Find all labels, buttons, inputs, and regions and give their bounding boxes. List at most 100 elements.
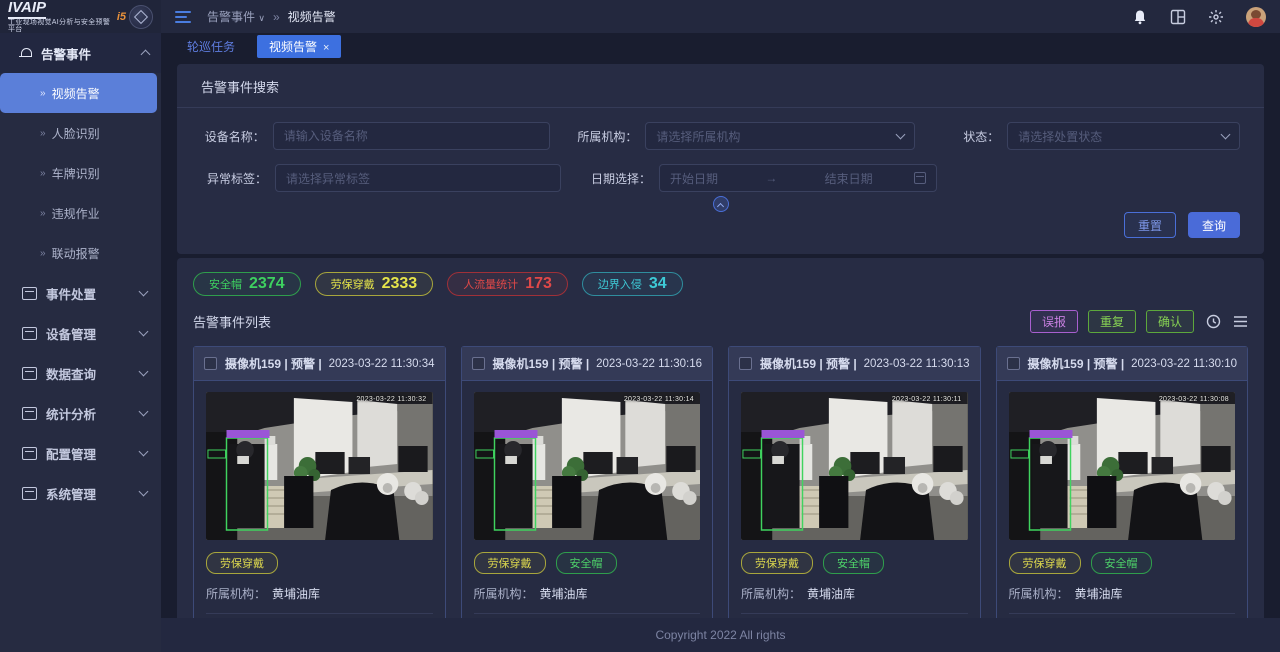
settings-gear-icon[interactable] bbox=[1208, 9, 1224, 25]
chevron-down-icon bbox=[139, 447, 149, 457]
sidebar-item-device-management[interactable]: 设备管理 bbox=[0, 313, 161, 353]
card-checkbox[interactable] bbox=[204, 357, 217, 370]
sidebar-item-config-management[interactable]: 配置管理 bbox=[0, 433, 161, 473]
sidebar-item-statistics[interactable]: 统计分析 bbox=[0, 393, 161, 433]
device-name-label: 设备名称： bbox=[201, 128, 265, 145]
system-icon bbox=[22, 487, 37, 500]
card-camera-label: 摄像机159 | 预警 | bbox=[493, 355, 590, 372]
sidebar-item-event-handling[interactable]: 事件处置 bbox=[0, 273, 161, 313]
sidebar: 告警事件 » 视频告警 » 人脸识别 » 车牌识别 » 违规作业 » 联动报警 … bbox=[0, 33, 161, 652]
date-range-picker[interactable]: 开始日期 → 结束日期 bbox=[659, 164, 937, 192]
date-start-placeholder: 开始日期 bbox=[670, 170, 718, 187]
tag-select[interactable]: 请选择异常标签 bbox=[275, 164, 561, 192]
duplicate-button[interactable]: 重复 bbox=[1088, 310, 1136, 333]
reset-button[interactable]: 重置 bbox=[1124, 212, 1176, 238]
list-view-icon[interactable] bbox=[1233, 314, 1248, 329]
card-checkbox[interactable] bbox=[739, 357, 752, 370]
sidebar-item-data-query[interactable]: 数据查询 bbox=[0, 353, 161, 393]
menu-collapse-icon[interactable] bbox=[175, 11, 191, 23]
copyright-text: Copyright 2022 All rights bbox=[655, 628, 785, 642]
status-select[interactable]: 请选择处置状态 bbox=[1007, 122, 1240, 150]
tag-ppe: 劳保穿戴 bbox=[1009, 552, 1081, 574]
alarm-snapshot[interactable]: 2023-03-22 11:30:32 bbox=[206, 392, 433, 540]
search-panel-title: 告警事件搜索 bbox=[177, 64, 1264, 108]
chevron-down-icon bbox=[139, 407, 149, 417]
sidebar-group-label: 数据查询 bbox=[46, 364, 140, 383]
alarm-card[interactable]: 摄像机159 | 预警 | 2023-03-22 11:30:13 2023-0… bbox=[728, 346, 981, 618]
sidebar-item-face-recognition[interactable]: » 人脸识别 bbox=[0, 113, 161, 153]
device-name-field[interactable] bbox=[273, 122, 550, 150]
card-org-row: 所属机构：黄埔油库 bbox=[206, 585, 433, 602]
tag-select-placeholder: 请选择异常标签 bbox=[286, 170, 370, 187]
sidebar-item-linked-alarm[interactable]: » 联动报警 bbox=[0, 233, 161, 273]
tag-helmet: 安全帽 bbox=[556, 552, 617, 574]
tag-helmet: 安全帽 bbox=[1091, 552, 1152, 574]
card-time: 2023-03-22 11:30:16 bbox=[596, 358, 702, 370]
card-time: 2023-03-22 11:30:13 bbox=[864, 358, 970, 370]
sidebar-item-video-alarm[interactable]: » 视频告警 bbox=[0, 73, 157, 113]
user-avatar[interactable] bbox=[1246, 7, 1266, 27]
org-select[interactable]: 请选择所属机构 bbox=[645, 122, 914, 150]
sidebar-sub-label: 人脸识别 bbox=[52, 125, 100, 142]
history-clock-icon[interactable] bbox=[1206, 314, 1221, 329]
sidebar-group-label: 统计分析 bbox=[46, 404, 140, 423]
stat-helmet: 安全帽2374 bbox=[193, 272, 301, 296]
snapshot-timestamp: 2023-03-22 11:30:32 bbox=[356, 396, 426, 403]
sidebar-root-label: 告警事件 bbox=[41, 44, 142, 63]
tag-label: 异常标签： bbox=[201, 170, 267, 187]
alarm-cards: 摄像机159 | 预警 | 2023-03-22 11:30:34 2023-0… bbox=[193, 346, 1248, 618]
tag-ppe: 劳保穿戴 bbox=[474, 552, 546, 574]
breadcrumb-parent[interactable]: 告警事件 ∨ bbox=[207, 8, 265, 25]
stat-people-flow: 人流量统计173 bbox=[447, 272, 568, 296]
device-icon bbox=[22, 327, 37, 340]
calendar-icon bbox=[914, 172, 926, 184]
sidebar-group-label: 设备管理 bbox=[46, 324, 140, 343]
bell-icon bbox=[20, 47, 33, 60]
tab-video-alarm[interactable]: 视频告警× bbox=[257, 35, 341, 58]
card-camera-label: 摄像机159 | 预警 | bbox=[225, 355, 322, 372]
sidebar-group-label: 系统管理 bbox=[46, 484, 140, 503]
snapshot-timestamp: 2023-03-22 11:30:11 bbox=[892, 396, 962, 403]
sidebar-item-violation-work[interactable]: » 违规作业 bbox=[0, 193, 161, 233]
sidebar-item-plate-recognition[interactable]: » 车牌识别 bbox=[0, 153, 161, 193]
confirm-button[interactable]: 确认 bbox=[1146, 310, 1194, 333]
card-checkbox[interactable] bbox=[472, 357, 485, 370]
tab-close-icon[interactable]: × bbox=[323, 42, 329, 54]
notification-bell-icon[interactable] bbox=[1132, 9, 1148, 25]
sidebar-item-system-management[interactable]: 系统管理 bbox=[0, 473, 161, 513]
alarm-card[interactable]: 摄像机159 | 预警 | 2023-03-22 11:30:16 2023-0… bbox=[461, 346, 714, 618]
false-alarm-button[interactable]: 误报 bbox=[1030, 310, 1078, 333]
collapse-search-button[interactable] bbox=[713, 196, 729, 212]
sidebar-sub-label: 视频告警 bbox=[52, 85, 100, 102]
sidebar-item-alarm-events[interactable]: 告警事件 bbox=[0, 33, 161, 73]
tabbar: 轮巡任务 视频告警× bbox=[161, 33, 1280, 60]
chevron-up-icon bbox=[141, 50, 151, 60]
alarm-card[interactable]: 摄像机159 | 预警 | 2023-03-22 11:30:10 2023-0… bbox=[996, 346, 1249, 618]
card-org-row: 所属机构：黄埔油库 bbox=[1009, 585, 1236, 602]
alarm-list-panel: 安全帽2374 劳保穿戴2333 人流量统计173 边界入侵34 告警事件列表 … bbox=[177, 258, 1264, 618]
tab-patrol-task[interactable]: 轮巡任务 bbox=[175, 35, 247, 58]
alarm-snapshot[interactable]: 2023-03-22 11:30:08 bbox=[1009, 392, 1236, 540]
sidebar-sub-label: 车牌识别 bbox=[52, 165, 100, 182]
submenu-arrow-icon: » bbox=[40, 88, 46, 99]
sidebar-group-label: 事件处置 bbox=[46, 284, 140, 303]
chevron-down-icon bbox=[139, 287, 149, 297]
org-label: 所属机构： bbox=[564, 128, 637, 145]
alarm-snapshot[interactable]: 2023-03-22 11:30:11 bbox=[741, 392, 968, 540]
stat-badges: 安全帽2374 劳保穿戴2333 人流量统计173 边界入侵34 bbox=[193, 272, 1248, 296]
card-checkbox[interactable] bbox=[1007, 357, 1020, 370]
query-button[interactable]: 查询 bbox=[1188, 212, 1240, 238]
data-icon bbox=[22, 367, 37, 380]
device-name-input[interactable] bbox=[284, 129, 539, 143]
chevron-down-icon bbox=[1221, 130, 1231, 140]
date-range-arrow-icon: → bbox=[765, 171, 777, 185]
org-select-placeholder: 请选择所属机构 bbox=[656, 128, 740, 145]
alarm-card[interactable]: 摄像机159 | 预警 | 2023-03-22 11:30:34 2023-0… bbox=[193, 346, 446, 618]
submenu-arrow-icon: » bbox=[40, 128, 46, 139]
topbar: 告警事件 ∨ » 视频告警 bbox=[161, 0, 1280, 33]
logo-i5-badge: i5 bbox=[117, 11, 126, 23]
alarm-snapshot[interactable]: 2023-03-22 11:30:14 bbox=[474, 392, 701, 540]
stat-boundary-intrusion: 边界入侵34 bbox=[582, 272, 683, 296]
sidebar-sub-label: 违规作业 bbox=[52, 205, 100, 222]
layout-grid-icon[interactable] bbox=[1170, 9, 1186, 25]
